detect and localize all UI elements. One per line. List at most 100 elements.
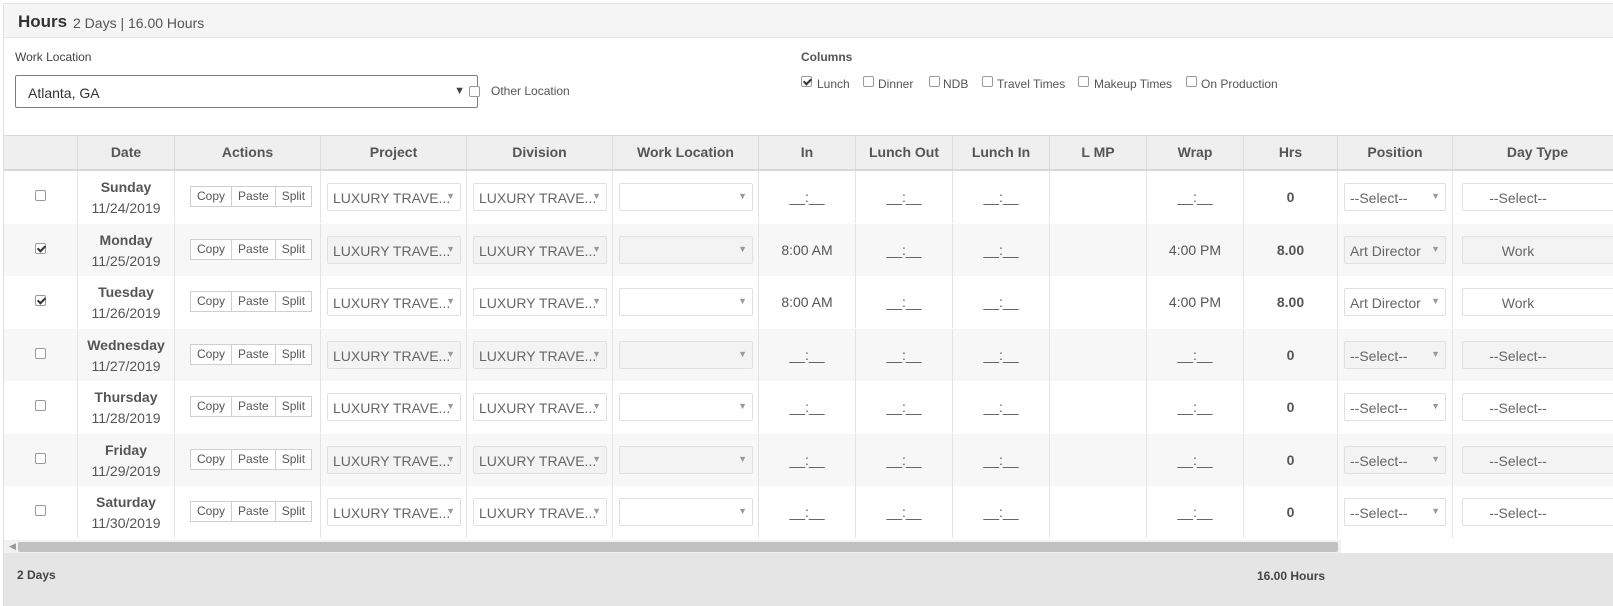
lunch-out-time[interactable]: __:__ <box>856 294 952 310</box>
split-button[interactable]: Split <box>274 501 313 522</box>
in-time[interactable]: __:__ <box>759 189 855 205</box>
other-location-checkbox[interactable] <box>469 86 480 97</box>
in-time[interactable]: __:__ <box>759 504 855 520</box>
position-select[interactable]: Art Director ▼ <box>1344 288 1446 316</box>
split-button[interactable]: Split <box>274 448 313 470</box>
split-button[interactable]: Split <box>274 396 313 417</box>
row-select-checkbox[interactable] <box>35 190 46 201</box>
row-select-checkbox[interactable] <box>35 242 46 254</box>
wrap-time[interactable]: __:__ <box>1147 452 1243 468</box>
position-select[interactable]: Art Director ▼ <box>1344 235 1446 264</box>
lunch-in-time[interactable]: __:__ <box>953 294 1049 310</box>
wrap-time[interactable]: __:__ <box>1147 504 1243 520</box>
position-select[interactable]: --Select-- ▼ <box>1344 340 1446 369</box>
column-on-production-checkbox[interactable] <box>1186 76 1197 87</box>
lunch-in-time[interactable]: __:__ <box>953 242 1049 258</box>
project-select[interactable]: LUXURY TRAVE... ▼ <box>327 498 461 526</box>
in-time[interactable]: __:__ <box>759 452 855 468</box>
project-select[interactable]: LUXURY TRAVE... ▼ <box>327 445 461 474</box>
paste-button[interactable]: Paste <box>231 238 276 260</box>
division-select[interactable]: LUXURY TRAVE... ▼ <box>473 288 607 316</box>
work-location-row-select[interactable]: ▼ <box>619 183 753 211</box>
project-select[interactable]: LUXURY TRAVE... ▼ <box>327 393 461 421</box>
wrap-time[interactable]: __:__ <box>1147 399 1243 415</box>
division-select[interactable]: LUXURY TRAVE... ▼ <box>473 183 607 211</box>
position-select[interactable]: --Select-- ▼ <box>1344 498 1446 526</box>
copy-button[interactable]: Copy <box>190 238 233 260</box>
row-select-checkbox[interactable] <box>35 295 46 306</box>
wrap-time[interactable]: 4:00 PM <box>1147 242 1243 258</box>
work-location-row-select[interactable]: ▼ <box>619 393 753 421</box>
row-select-checkbox[interactable] <box>35 400 46 411</box>
lunch-out-time[interactable]: __:__ <box>856 452 952 468</box>
split-button[interactable]: Split <box>274 186 313 207</box>
project-select[interactable]: LUXURY TRAVE... ▼ <box>327 235 461 264</box>
copy-button[interactable]: Copy <box>190 501 233 522</box>
work-location-row-select[interactable]: ▼ <box>619 445 753 474</box>
split-button[interactable]: Split <box>274 238 313 260</box>
position-select[interactable]: --Select-- ▼ <box>1344 393 1446 421</box>
scrollbar-thumb[interactable] <box>18 542 1338 552</box>
lunch-in-time[interactable]: __:__ <box>953 452 1049 468</box>
row-select-checkbox[interactable] <box>35 505 46 516</box>
work-location-select[interactable]: Atlanta, GA ▼ <box>15 75 478 108</box>
column-ndb-checkbox[interactable] <box>929 76 940 87</box>
lunch-out-time[interactable]: __:__ <box>856 504 952 520</box>
lunch-in-time[interactable]: __:__ <box>953 189 1049 205</box>
day-type-select[interactable]: --Select-- <box>1462 393 1613 421</box>
lunch-in-time[interactable]: __:__ <box>953 347 1049 363</box>
copy-button[interactable]: Copy <box>190 396 233 417</box>
wrap-time[interactable]: 4:00 PM <box>1147 294 1243 310</box>
paste-button[interactable]: Paste <box>231 448 276 470</box>
day-type-select[interactable]: --Select-- <box>1462 183 1613 211</box>
lunch-out-time[interactable]: __:__ <box>856 347 952 363</box>
copy-button[interactable]: Copy <box>190 186 233 207</box>
in-time[interactable]: __:__ <box>759 347 855 363</box>
position-select[interactable]: --Select-- ▼ <box>1344 445 1446 474</box>
day-type-select[interactable]: Work <box>1462 235 1613 264</box>
project-select[interactable]: LUXURY TRAVE... ▼ <box>327 288 461 316</box>
day-type-select[interactable]: Work <box>1462 288 1613 316</box>
paste-button[interactable]: Paste <box>231 343 276 365</box>
division-select[interactable]: LUXURY TRAVE... ▼ <box>473 235 607 264</box>
lunch-out-time[interactable]: __:__ <box>856 399 952 415</box>
work-location-row-select[interactable]: ▼ <box>619 340 753 369</box>
lunch-in-time[interactable]: __:__ <box>953 504 1049 520</box>
horizontal-scrollbar[interactable]: ◀ <box>4 540 1341 553</box>
paste-button[interactable]: Paste <box>231 396 276 417</box>
split-button[interactable]: Split <box>274 291 313 312</box>
work-location-row-select[interactable]: ▼ <box>619 498 753 526</box>
position-select[interactable]: --Select-- ▼ <box>1344 183 1446 211</box>
row-select-checkbox[interactable] <box>35 347 46 359</box>
in-time[interactable]: 8:00 AM <box>759 294 855 310</box>
work-location-row-select[interactable]: ▼ <box>619 235 753 264</box>
day-type-select[interactable]: --Select-- <box>1462 498 1613 526</box>
wrap-time[interactable]: __:__ <box>1147 347 1243 363</box>
column-dinner-checkbox[interactable] <box>863 76 874 87</box>
column-lunch-checkbox[interactable] <box>801 76 812 87</box>
lunch-in-time[interactable]: __:__ <box>953 399 1049 415</box>
column-travel-times-checkbox[interactable] <box>982 76 993 87</box>
in-time[interactable]: __:__ <box>759 399 855 415</box>
copy-button[interactable]: Copy <box>190 343 233 365</box>
work-location-row-select[interactable]: ▼ <box>619 288 753 316</box>
column-makeup-times-checkbox[interactable] <box>1078 76 1089 87</box>
lunch-out-time[interactable]: __:__ <box>856 189 952 205</box>
division-select[interactable]: LUXURY TRAVE... ▼ <box>473 340 607 369</box>
in-time[interactable]: 8:00 AM <box>759 242 855 258</box>
row-select-checkbox[interactable] <box>35 452 46 464</box>
split-button[interactable]: Split <box>274 343 313 365</box>
day-type-select[interactable]: --Select-- <box>1462 340 1613 369</box>
paste-button[interactable]: Paste <box>231 291 276 312</box>
day-type-select[interactable]: --Select-- <box>1462 445 1613 474</box>
project-select[interactable]: LUXURY TRAVE... ▼ <box>327 183 461 211</box>
project-select[interactable]: LUXURY TRAVE... ▼ <box>327 340 461 369</box>
copy-button[interactable]: Copy <box>190 448 233 470</box>
division-select[interactable]: LUXURY TRAVE... ▼ <box>473 498 607 526</box>
copy-button[interactable]: Copy <box>190 291 233 312</box>
division-select[interactable]: LUXURY TRAVE... ▼ <box>473 445 607 474</box>
paste-button[interactable]: Paste <box>231 186 276 207</box>
wrap-time[interactable]: __:__ <box>1147 189 1243 205</box>
paste-button[interactable]: Paste <box>231 501 276 522</box>
lunch-out-time[interactable]: __:__ <box>856 242 952 258</box>
